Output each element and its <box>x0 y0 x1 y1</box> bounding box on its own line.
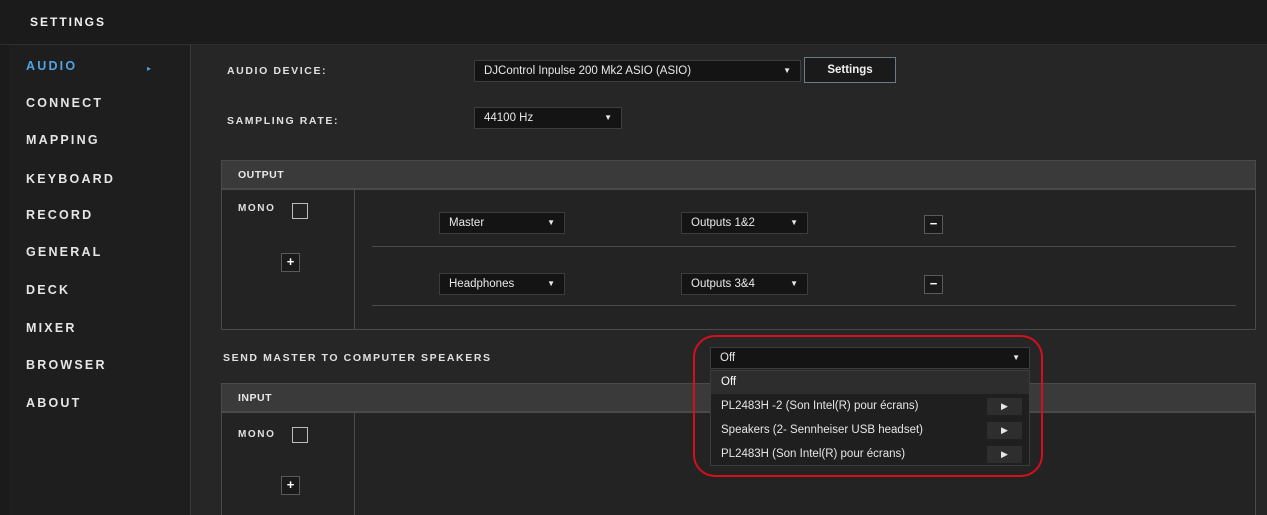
sidebar-item-label: CONNECT <box>26 96 104 110</box>
sidebar-item-connect[interactable]: CONNECT <box>26 96 103 110</box>
output-dest-dropdown[interactable]: Outputs 1&2 ▼ <box>681 212 808 234</box>
sidebar-item-record[interactable]: RECORD <box>26 208 93 222</box>
output-source-dropdown[interactable]: Master ▼ <box>439 212 565 234</box>
sidebar-item-label: ABOUT <box>26 396 82 410</box>
sidebar-item-deck[interactable]: DECK <box>26 283 70 297</box>
row-separator <box>372 246 1236 247</box>
sampling-rate-label: SAMPLING RATE: <box>227 115 340 127</box>
sidebar-item-label: MIXER <box>26 321 77 335</box>
caret-down-icon: ▼ <box>547 279 555 288</box>
sampling-rate-value: 44100 Hz <box>484 112 534 124</box>
remove-output-button[interactable]: − <box>924 275 943 294</box>
caret-down-icon: ▼ <box>1012 353 1020 362</box>
option-label: Off <box>721 376 737 388</box>
send-master-value: Off <box>720 352 736 364</box>
send-master-dropdown[interactable]: Off ▼ <box>710 347 1030 369</box>
sidebar: AUDIO ▸ CONNECT MAPPING KEYBOARD RECORD … <box>9 45 191 515</box>
output-dest-dropdown[interactable]: Outputs 3&4 ▼ <box>681 273 808 295</box>
input-divider <box>354 412 355 515</box>
sidebar-item-about[interactable]: ABOUT <box>26 396 81 410</box>
caret-down-icon: ▼ <box>783 66 791 75</box>
dropdown-option-off[interactable]: Off <box>711 371 1029 394</box>
title-bar: SETTINGS <box>0 0 1267 45</box>
sidebar-item-label: AUDIO <box>26 59 78 73</box>
option-label: Speakers (2- Sennheiser USB headset) <box>721 424 923 436</box>
output-mono-label: MONO <box>238 203 276 214</box>
sampling-rate-dropdown[interactable]: 44100 Hz ▼ <box>474 107 622 129</box>
sidebar-item-label: KEYBOARD <box>26 172 116 186</box>
sidebar-item-label: BROWSER <box>26 358 107 372</box>
input-header-label: INPUT <box>238 392 272 404</box>
play-icon[interactable]: ▶ <box>987 446 1022 463</box>
row-separator <box>372 305 1236 306</box>
sidebar-item-general[interactable]: GENERAL <box>26 245 103 259</box>
sidebar-item-mixer[interactable]: MIXER <box>26 321 77 335</box>
play-icon[interactable]: ▶ <box>987 422 1022 439</box>
output-source-value: Headphones <box>449 278 515 290</box>
output-add-button[interactable]: + <box>281 253 300 272</box>
input-mono-checkbox[interactable] <box>292 427 308 443</box>
sidebar-item-mapping[interactable]: MAPPING <box>26 133 100 147</box>
output-mono-checkbox[interactable] <box>292 203 308 219</box>
audio-device-value: DJControl Inpulse 200 Mk2 ASIO (ASIO) <box>484 65 692 77</box>
sidebar-item-label: RECORD <box>26 208 94 222</box>
input-add-button[interactable]: + <box>281 476 300 495</box>
remove-output-button[interactable]: − <box>924 215 943 234</box>
play-icon[interactable]: ▶ <box>987 398 1022 415</box>
window-title: SETTINGS <box>30 15 107 29</box>
option-label: PL2483H (Son Intel(R) pour écrans) <box>721 448 906 460</box>
output-source-dropdown[interactable]: Headphones ▼ <box>439 273 565 295</box>
settings-button[interactable]: Settings <box>804 57 896 83</box>
caret-down-icon: ▼ <box>790 279 798 288</box>
output-panel-body <box>221 189 1256 330</box>
dropdown-option-pl2483h-2[interactable]: PL2483H -2 (Son Intel(R) pour écrans) ▶ <box>711 395 1029 418</box>
send-master-label: SEND MASTER TO COMPUTER SPEAKERS <box>223 352 492 364</box>
output-dest-value: Outputs 3&4 <box>691 278 755 290</box>
output-dest-value: Outputs 1&2 <box>691 217 755 229</box>
caret-down-icon: ▼ <box>790 218 798 227</box>
dropdown-option-pl2483h[interactable]: PL2483H (Son Intel(R) pour écrans) ▶ <box>711 443 1029 466</box>
sidebar-item-keyboard[interactable]: KEYBOARD <box>26 172 115 186</box>
output-panel-header: OUTPUT <box>221 160 1256 189</box>
sidebar-item-label: MAPPING <box>26 133 100 147</box>
output-header-label: OUTPUT <box>238 169 285 181</box>
option-label: PL2483H -2 (Son Intel(R) pour écrans) <box>721 400 919 412</box>
audio-device-dropdown[interactable]: DJControl Inpulse 200 Mk2 ASIO (ASIO) ▼ <box>474 60 801 82</box>
output-source-value: Master <box>449 217 485 229</box>
sidebar-item-label: GENERAL <box>26 245 103 259</box>
active-arrow-icon: ▸ <box>147 64 152 73</box>
caret-down-icon: ▼ <box>604 113 612 122</box>
sidebar-item-browser[interactable]: BROWSER <box>26 358 107 372</box>
output-divider <box>354 189 355 330</box>
dropdown-option-sennheiser[interactable]: Speakers (2- Sennheiser USB headset) ▶ <box>711 419 1029 442</box>
sidebar-item-audio[interactable]: AUDIO <box>26 59 77 73</box>
caret-down-icon: ▼ <box>547 218 555 227</box>
input-mono-label: MONO <box>238 429 276 440</box>
speaker-dropdown-menu: Off PL2483H -2 (Son Intel(R) pour écrans… <box>710 370 1030 466</box>
sidebar-item-label: DECK <box>26 283 71 297</box>
audio-device-label: AUDIO DEVICE: <box>227 65 328 77</box>
